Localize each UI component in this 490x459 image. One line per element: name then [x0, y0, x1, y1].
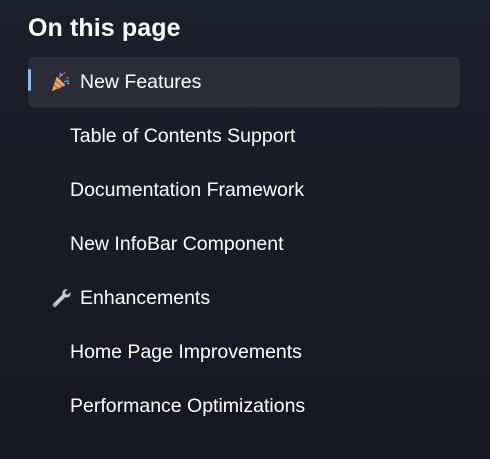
toc-item-label: New Features	[80, 70, 202, 93]
toc-item-new-infobar-component[interactable]: New InfoBar Component	[28, 219, 460, 269]
toc-item-label: New InfoBar Component	[70, 232, 284, 255]
active-indicator	[28, 69, 31, 91]
toc-item-enhancements[interactable]: Enhancements	[28, 273, 460, 323]
toc-list: New Features Table of Contents Support D…	[28, 57, 460, 435]
toc-item-label: Documentation Framework	[70, 178, 305, 201]
toc-item-documentation-framework[interactable]: Documentation Framework	[28, 165, 460, 215]
toc-item-new-features[interactable]: New Features	[28, 57, 460, 107]
toc-heading: On this page	[28, 14, 181, 42]
toc-item-table-of-contents-support[interactable]: Table of Contents Support	[28, 111, 460, 161]
toc-item-performance-optimizations[interactable]: Performance Optimizations	[28, 381, 460, 431]
party-popper-icon	[48, 70, 72, 94]
toc-item-label: Table of Contents Support	[70, 124, 296, 147]
table-of-contents: On this page New Features Table of Conte…	[0, 0, 490, 459]
toc-item-label: Home Page Improvements	[70, 340, 302, 363]
toc-item-home-page-improvements[interactable]: Home Page Improvements	[28, 327, 460, 377]
toc-item-label: Performance Optimizations	[70, 394, 306, 417]
wrench-icon	[48, 286, 72, 310]
toc-item-label: Enhancements	[80, 286, 211, 309]
